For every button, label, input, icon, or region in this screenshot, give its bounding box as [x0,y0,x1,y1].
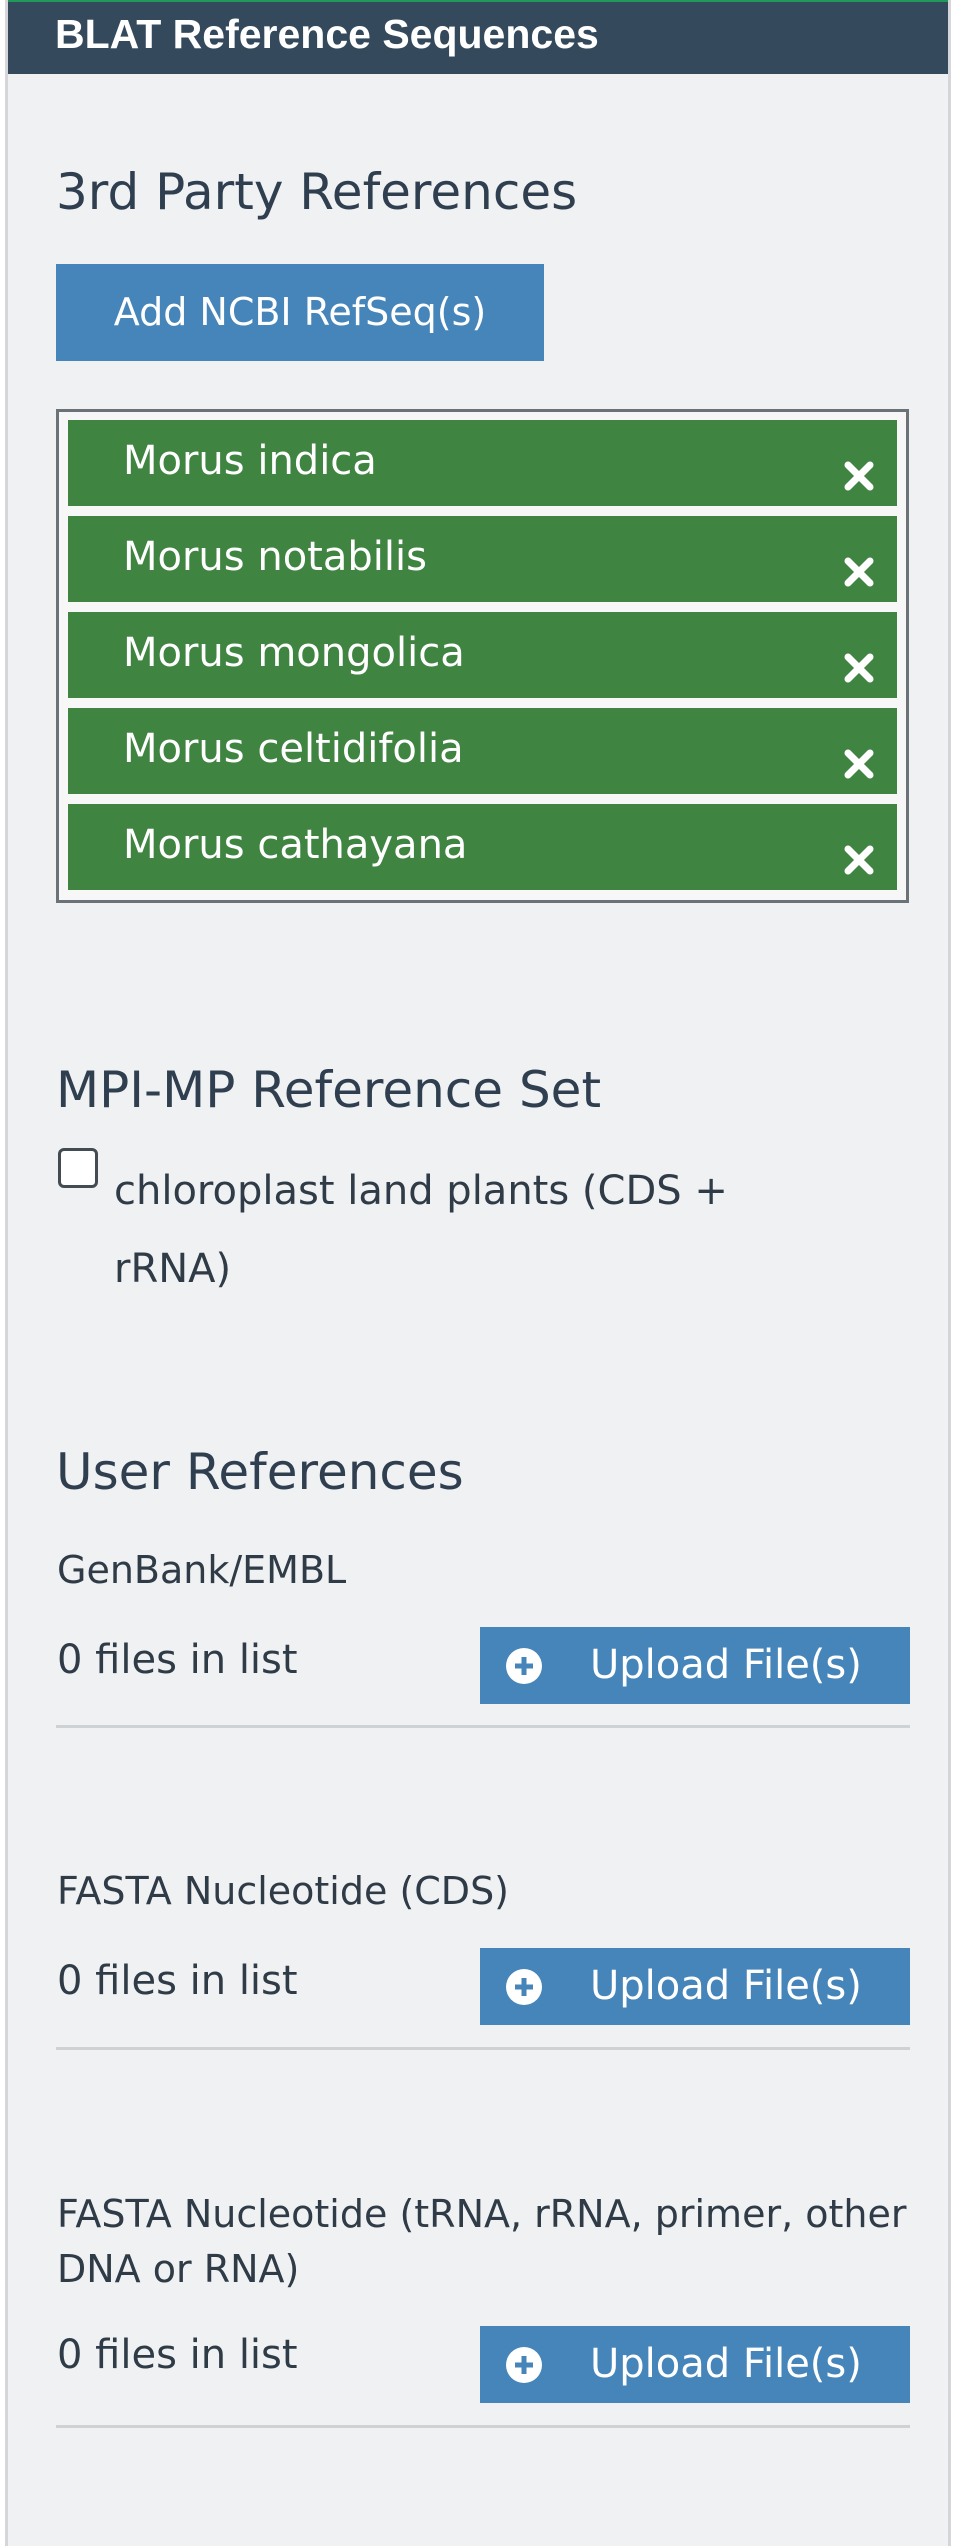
divider [56,2047,910,2050]
upload-label: Upload File(s) [590,1963,862,2009]
reference-item-morus-cathayana: Morus cathayana [68,804,897,890]
reference-name: Morus indica [123,438,377,484]
upload-label: Upload File(s) [590,1642,862,1688]
reference-name: Morus celtidifolia [123,726,464,772]
chloroplast-checkbox[interactable] [58,1148,98,1188]
upload-fasta-cds-button[interactable]: Upload File(s) [480,1948,910,2025]
reference-item-morus-celtidifolia: Morus celtidifolia [68,708,897,794]
close-icon[interactable] [843,844,875,876]
third-party-heading: 3rd Party References [56,163,578,221]
fasta-other-label: FASTA Nucleotide (tRNA, rRNA, primer, ot… [57,2192,907,2291]
panel-title: BLAT Reference Sequences [55,11,599,57]
divider [56,1725,910,1728]
upload-label: Upload File(s) [590,2341,862,2387]
plus-circle-icon [506,1648,542,1684]
plus-circle-icon [506,1969,542,2005]
genbank-embl-label: GenBank/EMBL [57,1548,347,1592]
fasta-other-file-count: 0 files in list [57,2332,298,2378]
divider [56,2425,910,2428]
fasta-cds-file-count: 0 files in list [57,1958,298,2004]
plus-circle-icon [506,2347,542,2383]
reference-name: Morus notabilis [123,534,427,580]
close-icon[interactable] [843,652,875,684]
upload-genbank-button[interactable]: Upload File(s) [480,1627,910,1704]
blat-reference-panel: BLAT Reference Sequences 3rd Party Refer… [5,0,951,2546]
reference-item-morus-indica: Morus indica [68,420,897,506]
reference-name: Morus cathayana [123,822,468,868]
chloroplast-option-label[interactable]: chloroplast land plants (CDS + rRNA) [114,1152,814,1308]
user-references-heading: User References [56,1443,464,1501]
fasta-cds-label: FASTA Nucleotide (CDS) [57,1869,510,1913]
reference-item-morus-notabilis: Morus notabilis [68,516,897,602]
close-icon[interactable] [843,748,875,780]
panel-header: BLAT Reference Sequences [8,0,948,78]
reference-item-morus-mongolica: Morus mongolica [68,612,897,698]
reference-name: Morus mongolica [123,630,465,676]
reference-list: Morus indica Morus notabilis Morus mongo… [56,409,909,903]
add-ncbi-refseq-button[interactable]: Add NCBI RefSeq(s) [56,264,544,361]
genbank-file-count: 0 files in list [57,1637,298,1683]
mpi-mp-heading: MPI-MP Reference Set [56,1061,602,1119]
upload-fasta-other-button[interactable]: Upload File(s) [480,2326,910,2403]
close-icon[interactable] [843,556,875,588]
close-icon[interactable] [843,460,875,492]
